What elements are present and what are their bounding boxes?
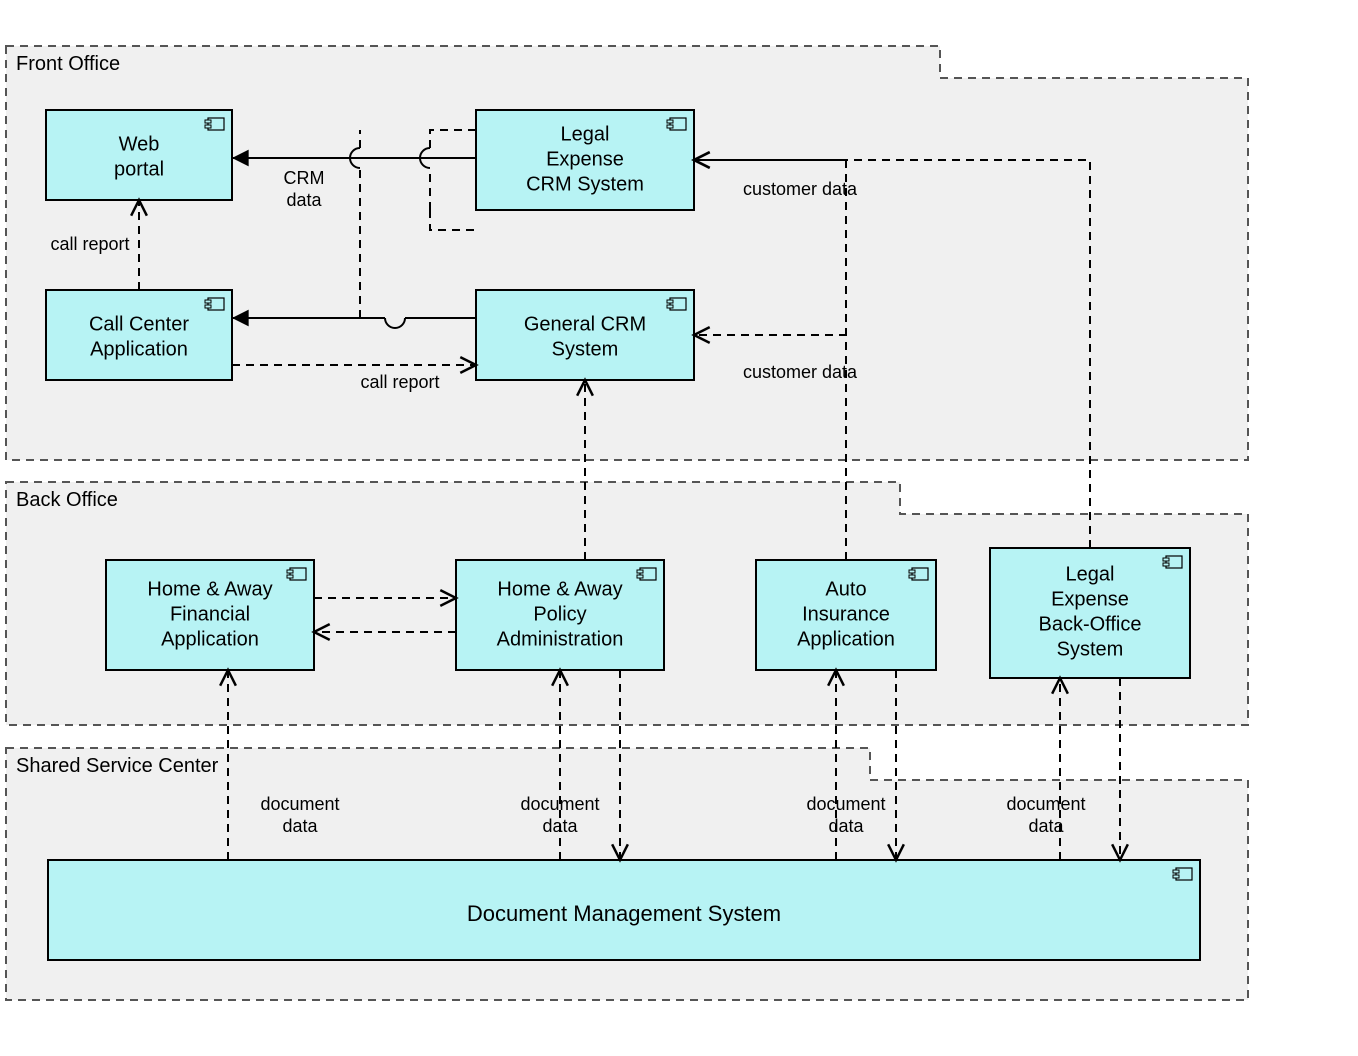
svg-text:System: System	[1057, 638, 1124, 660]
component-call-center: Call Center Application	[46, 290, 232, 380]
label-customer-data-1: customer data	[743, 179, 858, 199]
group-front-office-title: Front Office	[16, 53, 120, 75]
label-doc-data-1: document	[260, 794, 339, 814]
svg-text:Back-Office: Back-Office	[1039, 613, 1142, 635]
svg-text:Document Management System: Document Management System	[467, 901, 781, 926]
architecture-diagram: Front Office Back Office Shared Service …	[0, 0, 1358, 1056]
svg-text:Financial: Financial	[170, 603, 250, 625]
label-customer-data-2: customer data	[743, 362, 858, 382]
label-doc-data-4: document	[1006, 794, 1085, 814]
svg-text:data: data	[1028, 816, 1064, 836]
label-doc-data-2: document	[520, 794, 599, 814]
svg-text:General CRM: General CRM	[524, 313, 646, 335]
component-auto-insurance: Auto Insurance Application	[756, 560, 936, 670]
group-front-office: Front Office	[6, 46, 1248, 460]
component-home-away-policy: Home & Away Policy Administration	[456, 560, 664, 670]
label-crm-data: CRM	[284, 168, 325, 188]
svg-text:CRM System: CRM System	[526, 173, 644, 195]
svg-text:Application: Application	[161, 628, 259, 650]
svg-text:Application: Application	[90, 338, 188, 360]
svg-text:Expense: Expense	[1051, 588, 1129, 610]
svg-text:Expense: Expense	[546, 148, 624, 170]
svg-text:Policy: Policy	[533, 603, 586, 625]
svg-text:data: data	[542, 816, 578, 836]
svg-text:Home & Away: Home & Away	[147, 578, 272, 600]
label-doc-data-3: document	[806, 794, 885, 814]
svg-text:Administration: Administration	[497, 628, 624, 650]
svg-text:data: data	[828, 816, 864, 836]
component-web-portal: Web portal	[46, 110, 232, 200]
group-shared-service-center-title: Shared Service Center	[16, 755, 219, 777]
svg-text:Legal: Legal	[1066, 563, 1115, 585]
svg-text:Legal: Legal	[561, 123, 610, 145]
svg-text:data: data	[286, 190, 322, 210]
svg-text:Home & Away: Home & Away	[497, 578, 622, 600]
group-back-office-title: Back Office	[16, 489, 118, 511]
svg-text:Application: Application	[797, 628, 895, 650]
component-document-management: Document Management System	[48, 860, 1200, 960]
component-home-away-financial: Home & Away Financial Application	[106, 560, 314, 670]
svg-text:data: data	[282, 816, 318, 836]
label-call-report-top: call report	[50, 234, 129, 254]
component-legal-crm: Legal Expense CRM System	[476, 110, 694, 210]
svg-text:Insurance: Insurance	[802, 603, 890, 625]
svg-text:Auto: Auto	[825, 578, 866, 600]
svg-text:Call Center: Call Center	[89, 313, 189, 335]
component-legal-backoffice: Legal Expense Back-Office System	[990, 548, 1190, 678]
svg-text:portal: portal	[114, 158, 164, 180]
svg-text:Web: Web	[119, 133, 160, 155]
component-general-crm: General CRM System	[476, 290, 694, 380]
label-call-report-bottom: call report	[360, 372, 439, 392]
svg-text:System: System	[552, 338, 619, 360]
